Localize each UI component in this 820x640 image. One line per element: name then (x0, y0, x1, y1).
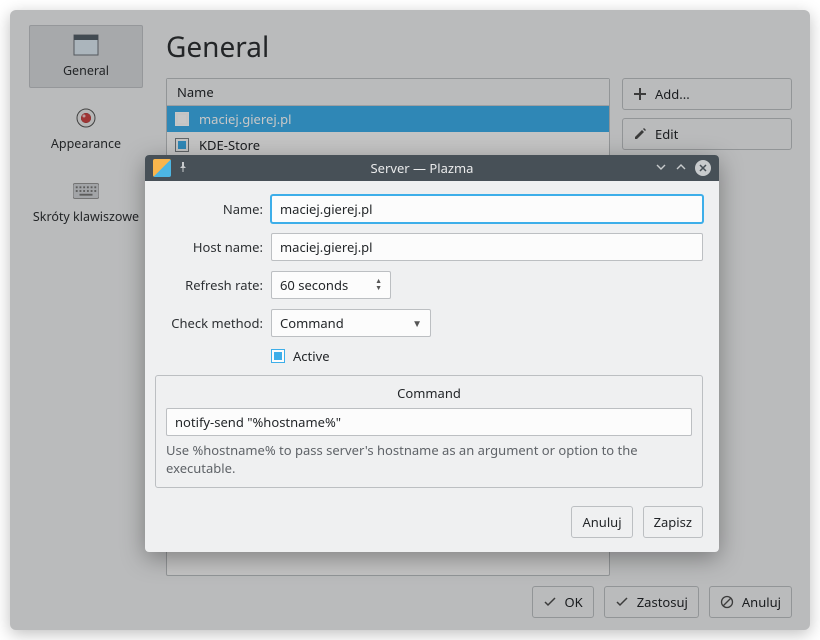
server-edit-dialog: Server — Plazma ✕ Name: Host name: Refre… (145, 155, 719, 552)
add-button-label: Add... (655, 85, 690, 103)
hostname-label: Host name: (155, 238, 267, 256)
row-label: KDE-Store (199, 136, 260, 154)
page-title: General (166, 28, 792, 66)
spinbox-arrows-icon[interactable]: ▲▼ (375, 278, 382, 292)
sidebar-item-shortcuts[interactable]: Skróty klawiszowe (30, 172, 142, 233)
row-label: maciej.gierej.pl (199, 110, 292, 128)
check-method-select[interactable]: Command ▼ (271, 309, 431, 337)
name-label: Name: (155, 200, 267, 218)
dialog-titlebar[interactable]: Server — Plazma ✕ (145, 155, 719, 181)
cancel-button-label: Anuluj (742, 593, 781, 611)
method-label: Check method: (155, 314, 267, 332)
sidebar-item-general[interactable]: General (29, 25, 143, 88)
app-icon (153, 159, 171, 177)
pin-icon[interactable] (177, 159, 189, 177)
refresh-rate-spinbox[interactable]: 60 seconds ▲▼ (271, 271, 391, 299)
list-row[interactable]: maciej.gierej.pl (167, 106, 609, 132)
dialog-title: Server — Plazma (189, 159, 655, 177)
dialog-save-button[interactable]: Zapisz (643, 506, 703, 538)
edit-button[interactable]: Edit (622, 118, 792, 150)
keyboard-icon (73, 180, 99, 202)
sidebar-item-label: Appearance (51, 135, 121, 152)
list-header-name: Name (167, 79, 609, 106)
bottom-button-bar: OK Zastosuj Anuluj (166, 576, 792, 624)
row-checkbox[interactable] (175, 112, 189, 126)
add-button[interactable]: Add... (622, 78, 792, 110)
dialog-save-label: Zapisz (654, 513, 692, 531)
ok-button[interactable]: OK (532, 586, 594, 618)
refresh-label: Refresh rate: (155, 276, 267, 294)
dialog-cancel-button[interactable]: Anuluj (571, 506, 632, 538)
apply-button-label: Zastosuj (637, 593, 688, 611)
list-action-buttons: Add... Edit (622, 78, 792, 150)
ok-button-label: OK (565, 593, 583, 611)
refresh-rate-value: 60 seconds (280, 276, 348, 294)
active-label: Active (293, 347, 330, 365)
name-input[interactable] (271, 195, 703, 223)
sidebar-item-appearance[interactable]: Appearance (30, 99, 142, 160)
dialog-cancel-label: Anuluj (582, 513, 621, 531)
maximize-icon[interactable] (675, 159, 687, 177)
command-hint: Use %hostname% to pass server's hostname… (166, 442, 692, 477)
command-legend: Command (166, 384, 692, 402)
row-checkbox[interactable] (175, 138, 189, 152)
check-icon (615, 595, 629, 609)
close-icon[interactable]: ✕ (695, 160, 711, 176)
edit-button-label: Edit (655, 125, 678, 143)
cancel-icon (720, 595, 734, 609)
dialog-button-bar: Anuluj Zapisz (145, 502, 719, 552)
check-method-value: Command (280, 314, 344, 332)
apply-button[interactable]: Zastosuj (604, 586, 699, 618)
hostname-input[interactable] (271, 233, 703, 261)
cancel-button[interactable]: Anuluj (709, 586, 792, 618)
active-checkbox[interactable] (271, 349, 285, 363)
command-fieldset: Command Use %hostname% to pass server's … (155, 375, 703, 488)
sidebar-item-label: General (63, 62, 109, 79)
appearance-icon (73, 107, 99, 129)
dialog-body: Name: Host name: Refresh rate: 60 second… (145, 181, 719, 502)
chevron-down-icon: ▼ (412, 316, 422, 330)
minimize-icon[interactable] (655, 159, 667, 177)
pencil-icon (633, 127, 647, 141)
window-icon (73, 34, 99, 56)
category-sidebar: General Appearance Skróty klawiszowe (10, 10, 162, 630)
sidebar-item-label: Skróty klawiszowe (33, 208, 139, 225)
command-input[interactable] (166, 408, 692, 436)
plus-icon (633, 87, 647, 101)
check-icon (543, 595, 557, 609)
server-form: Name: Host name: Refresh rate: 60 second… (155, 195, 703, 365)
